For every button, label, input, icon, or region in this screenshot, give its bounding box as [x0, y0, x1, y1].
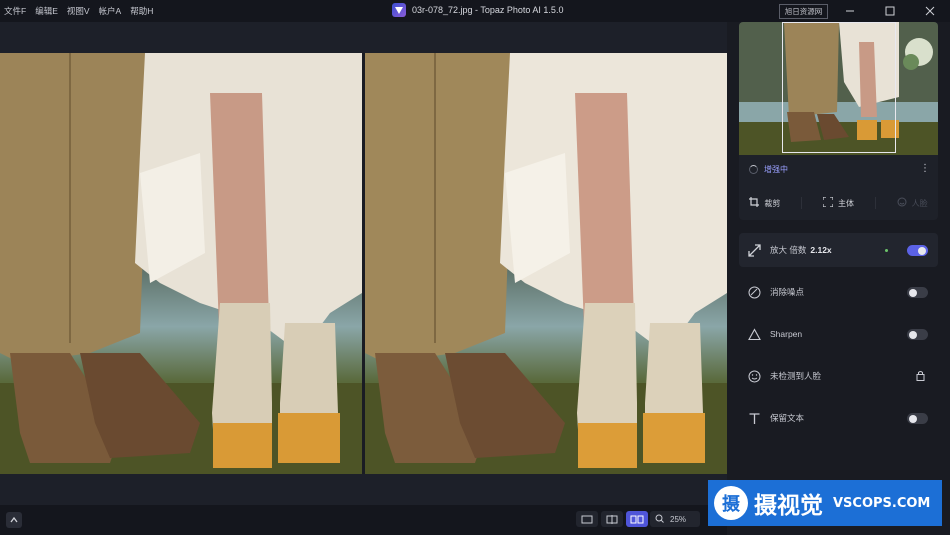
processing-status: 增强中: [739, 158, 938, 180]
single-view-button[interactable]: [576, 511, 598, 527]
navigator-viewport-frame[interactable]: [782, 22, 896, 153]
denoise-toggle[interactable]: [907, 287, 928, 298]
split-view-button[interactable]: [601, 511, 623, 527]
right-sidebar: 增强中 ⋮ 裁剪 主体 人脸 放大 倍数 2.12x 消除噪点 Sharpen …: [727, 22, 950, 535]
subject-icon: [822, 196, 834, 209]
navigator-card: 增强中 ⋮ 裁剪 主体 人脸: [739, 22, 938, 220]
preserve-text-label: 保留文本: [770, 413, 805, 423]
zoom-level: 25%: [670, 514, 687, 524]
face-button[interactable]: 人脸: [897, 197, 928, 209]
close-icon[interactable]: [923, 4, 937, 18]
face-recovery-label: 未检测到人脸: [770, 371, 822, 381]
denoise-row[interactable]: 消除噪点: [739, 275, 938, 309]
menu-help[interactable]: 帮助H: [130, 5, 153, 17]
sharpen-icon: [747, 327, 761, 341]
face-outline-icon: [897, 197, 907, 209]
original-image[interactable]: [0, 53, 362, 474]
minimize-icon[interactable]: [843, 4, 857, 18]
preserve-text-row[interactable]: 保留文本: [739, 401, 938, 435]
face-recovery-row[interactable]: 未检测到人脸: [739, 359, 938, 393]
menu-edit[interactable]: 编辑E: [35, 5, 58, 17]
window-title-group: 03r-078_72.jpg - Topaz Photo AI 1.5.0: [392, 3, 563, 17]
upscale-icon: [747, 243, 761, 257]
topaz-logo-icon: [392, 3, 406, 17]
denoise-label: 消除噪点: [770, 287, 805, 297]
denoise-icon: [747, 285, 761, 299]
chevron-up-icon[interactable]: [6, 512, 22, 528]
upscale-label: 放大 倍数: [770, 245, 807, 255]
maximize-icon[interactable]: [883, 4, 897, 18]
crop-icon: [749, 197, 760, 209]
watermark-logo: 摄: [714, 486, 748, 520]
navigator-thumbnail[interactable]: [739, 22, 938, 155]
zoom-icon: [655, 514, 664, 525]
menu-bar: 文件F 编辑E 视图V 帐户A 帮助H: [0, 5, 153, 17]
menu-view[interactable]: 视图V: [67, 5, 90, 17]
tool-separator: [874, 197, 876, 209]
upscale-value: 2.12x: [810, 245, 832, 255]
lock-icon: [916, 370, 925, 383]
sharpen-label: Sharpen: [770, 329, 803, 339]
title-bar: 文件F 编辑E 视图V 帐户A 帮助H 03r-078_72.jpg - Top…: [0, 0, 950, 22]
side-by-side-view-button[interactable]: [626, 511, 648, 527]
bottom-toolbar: 25%: [0, 505, 727, 535]
image-viewport[interactable]: [0, 22, 727, 505]
menu-file[interactable]: 文件F: [4, 5, 26, 17]
upscale-status-dot: [885, 249, 888, 252]
sharpen-toggle[interactable]: [907, 329, 928, 340]
resource-site-label: 旭日资源网: [779, 4, 828, 19]
text-icon: [747, 411, 761, 425]
view-mode-group: [576, 511, 648, 527]
menu-account[interactable]: 帐户A: [99, 5, 122, 17]
upscale-toggle[interactable]: [907, 245, 928, 256]
subject-label: 主体: [837, 198, 854, 208]
tools-row: 裁剪 主体 人脸: [739, 192, 938, 214]
crop-button[interactable]: 裁剪: [749, 197, 780, 209]
face-label: 人脸: [911, 198, 928, 208]
tool-separator: [801, 197, 803, 209]
face-icon: [747, 369, 761, 383]
watermark-url: VSCOPS.COM: [833, 495, 931, 511]
status-text: 增强中: [764, 164, 788, 174]
upscale-row[interactable]: 放大 倍数 2.12x: [739, 233, 938, 267]
spinner-icon: [749, 164, 758, 174]
crop-label: 裁剪: [764, 198, 781, 208]
sharpen-row[interactable]: Sharpen: [739, 317, 938, 351]
preserve-text-toggle[interactable]: [907, 413, 928, 424]
more-options-icon[interactable]: ⋮: [920, 163, 930, 174]
watermark-text: 摄视觉: [754, 493, 823, 519]
watermark-banner: 摄 摄视觉 VSCOPS.COM: [708, 480, 942, 526]
zoom-control[interactable]: 25%: [650, 511, 700, 527]
subject-button[interactable]: 主体: [822, 196, 854, 209]
enhanced-image[interactable]: [365, 53, 727, 474]
window-title: 03r-078_72.jpg - Topaz Photo AI 1.5.0: [412, 5, 564, 15]
